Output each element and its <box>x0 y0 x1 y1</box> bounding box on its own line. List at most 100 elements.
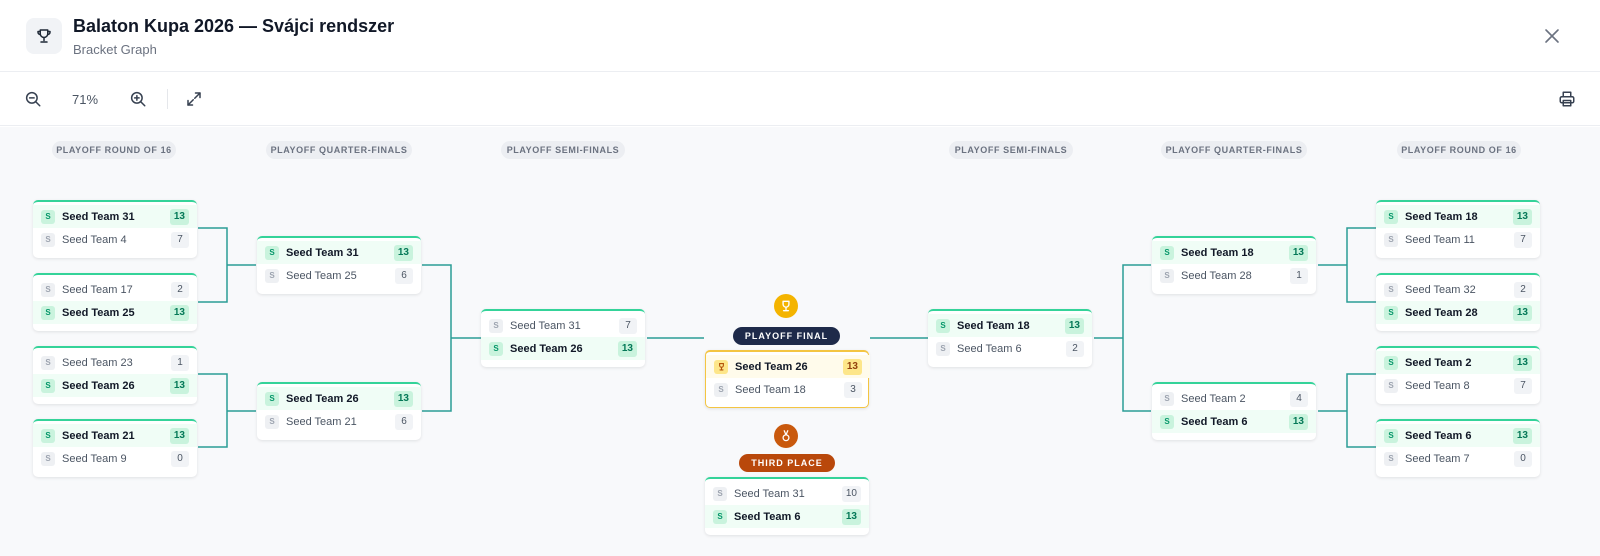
team-row[interactable]: S Seed Team 4 7 <box>33 228 197 251</box>
team-score: 6 <box>395 267 413 284</box>
team-name: Seed Team 31 <box>734 487 805 500</box>
team-name: Seed Team 4 <box>62 233 127 246</box>
team-row[interactable]: S Seed Team 31 7 <box>481 314 645 337</box>
match-card-r16-1[interactable]: S Seed Team 18 13 S Seed Team 11 7 <box>1376 200 1540 258</box>
team-name: Seed Team 8 <box>1405 379 1470 392</box>
team-row[interactable]: S Seed Team 32 2 <box>1376 278 1540 301</box>
team-row-winner[interactable]: S Seed Team 26 13 <box>33 374 197 397</box>
team-row[interactable]: S Seed Team 8 7 <box>1376 374 1540 397</box>
seed-badge: S <box>936 341 950 356</box>
team-name: Seed Team 6 <box>1181 415 1248 428</box>
team-name: Seed Team 6 <box>734 510 801 523</box>
team-score: 1 <box>171 354 189 371</box>
team-row-winner[interactable]: S Seed Team 6 13 <box>705 505 869 528</box>
round-label-left-qf: PLAYOFF QUARTER-FINALS <box>266 141 412 159</box>
seed-badge: S <box>1160 414 1174 429</box>
seed-badge: S <box>265 268 279 283</box>
team-name: Seed Team 6 <box>957 342 1022 355</box>
team-name: Seed Team 18 <box>1405 210 1478 223</box>
winner-trophy-icon <box>714 359 728 374</box>
seed-badge: S <box>41 378 55 393</box>
team-row[interactable]: S Seed Team 23 1 <box>33 351 197 374</box>
team-row[interactable]: S Seed Team 18 3 <box>706 378 870 401</box>
team-row-winner[interactable]: S Seed Team 6 13 <box>1152 410 1316 433</box>
match-card-lqf-1[interactable]: S Seed Team 31 13 S Seed Team 25 6 <box>257 236 421 294</box>
team-score: 13 <box>1512 354 1532 371</box>
seed-badge: S <box>41 305 55 320</box>
team-row[interactable]: S Seed Team 17 2 <box>33 278 197 301</box>
team-row-winner[interactable]: S Seed Team 21 13 <box>33 424 197 447</box>
match-card-lqf-2[interactable]: S Seed Team 26 13 S Seed Team 21 6 <box>257 382 421 440</box>
team-name: Seed Team 25 <box>286 269 357 282</box>
team-name: Seed Team 18 <box>957 319 1030 332</box>
team-name: Seed Team 26 <box>286 392 359 405</box>
match-card-l16-4[interactable]: S Seed Team 21 13 S Seed Team 9 0 <box>33 419 197 477</box>
team-name: Seed Team 28 <box>1405 306 1478 319</box>
team-row[interactable]: S Seed Team 6 2 <box>928 337 1092 360</box>
team-row[interactable]: S Seed Team 25 6 <box>257 264 421 287</box>
seed-badge: S <box>489 318 503 333</box>
team-row[interactable]: S Seed Team 7 0 <box>1376 447 1540 470</box>
match-card-l16-2[interactable]: S Seed Team 17 2 S Seed Team 25 13 <box>33 273 197 331</box>
team-row-winner[interactable]: S Seed Team 25 13 <box>33 301 197 324</box>
match-card-r16-4[interactable]: S Seed Team 6 13 S Seed Team 7 0 <box>1376 419 1540 477</box>
match-card-rqf-2[interactable]: S Seed Team 2 4 S Seed Team 6 13 <box>1152 382 1316 440</box>
team-row[interactable]: S Seed Team 28 1 <box>1152 264 1316 287</box>
team-score: 6 <box>395 413 413 430</box>
team-name: Seed Team 18 <box>1181 246 1254 259</box>
team-name: Seed Team 6 <box>1405 429 1472 442</box>
seed-badge: S <box>1384 428 1398 443</box>
match-card-final[interactable]: Seed Team 26 13 S Seed Team 18 3 <box>705 350 870 408</box>
team-name: Seed Team 9 <box>62 452 127 465</box>
team-name: Seed Team 31 <box>62 210 135 223</box>
seed-badge: S <box>265 391 279 406</box>
match-card-third[interactable]: S Seed Team 31 10 S Seed Team 6 13 <box>705 477 869 535</box>
match-card-lsf[interactable]: S Seed Team 31 7 S Seed Team 26 13 <box>481 309 645 367</box>
team-row-winner[interactable]: S Seed Team 18 13 <box>1376 205 1540 228</box>
team-row[interactable]: S Seed Team 2 4 <box>1152 387 1316 410</box>
team-name: Seed Team 26 <box>735 360 808 373</box>
round-label-left-r16: PLAYOFF ROUND OF 16 <box>52 141 176 159</box>
team-row[interactable]: S Seed Team 31 10 <box>705 482 869 505</box>
match-card-r16-3[interactable]: S Seed Team 2 13 S Seed Team 8 7 <box>1376 346 1540 404</box>
seed-badge: S <box>41 451 55 466</box>
team-row[interactable]: S Seed Team 11 7 <box>1376 228 1540 251</box>
team-name: Seed Team 2 <box>1405 356 1472 369</box>
seed-badge: S <box>936 318 950 333</box>
bracket-connectors <box>198 227 1376 448</box>
team-score: 13 <box>393 244 413 261</box>
team-score: 0 <box>1514 450 1532 467</box>
seed-badge: S <box>1384 232 1398 247</box>
match-card-l16-1[interactable]: S Seed Team 31 13 S Seed Team 4 7 <box>33 200 197 258</box>
team-score: 2 <box>1066 340 1084 357</box>
seed-badge: S <box>265 414 279 429</box>
team-row-winner[interactable]: S Seed Team 31 13 <box>257 241 421 264</box>
seed-badge: S <box>41 209 55 224</box>
team-row-winner[interactable]: S Seed Team 2 13 <box>1376 351 1540 374</box>
team-row[interactable]: S Seed Team 21 6 <box>257 410 421 433</box>
team-score: 13 <box>169 377 189 394</box>
team-row-winner[interactable]: S Seed Team 31 13 <box>33 205 197 228</box>
match-card-rqf-1[interactable]: S Seed Team 18 13 S Seed Team 28 1 <box>1152 236 1316 294</box>
team-row-winner[interactable]: S Seed Team 28 13 <box>1376 301 1540 324</box>
team-row-winner[interactable]: S Seed Team 26 13 <box>481 337 645 360</box>
team-row-winner[interactable]: S Seed Team 18 13 <box>1152 241 1316 264</box>
match-card-rsf[interactable]: S Seed Team 18 13 S Seed Team 6 2 <box>928 309 1092 367</box>
team-row-winner[interactable]: S Seed Team 6 13 <box>1376 424 1540 447</box>
match-card-r16-2[interactable]: S Seed Team 32 2 S Seed Team 28 13 <box>1376 273 1540 331</box>
team-score: 13 <box>1288 413 1308 430</box>
team-name: Seed Team 2 <box>1181 392 1246 405</box>
team-row-winner[interactable]: Seed Team 26 13 <box>706 355 870 378</box>
team-name: Seed Team 28 <box>1181 269 1252 282</box>
team-name: Seed Team 23 <box>62 356 133 369</box>
seed-badge: S <box>489 341 503 356</box>
seed-badge: S <box>1384 305 1398 320</box>
match-card-l16-3[interactable]: S Seed Team 23 1 S Seed Team 26 13 <box>33 346 197 404</box>
team-score: 0 <box>171 450 189 467</box>
final-label: PLAYOFF FINAL <box>733 327 840 345</box>
team-row[interactable]: S Seed Team 9 0 <box>33 447 197 470</box>
team-row-winner[interactable]: S Seed Team 26 13 <box>257 387 421 410</box>
team-row-winner[interactable]: S Seed Team 18 13 <box>928 314 1092 337</box>
team-score: 13 <box>1512 304 1532 321</box>
team-score: 7 <box>619 317 637 334</box>
